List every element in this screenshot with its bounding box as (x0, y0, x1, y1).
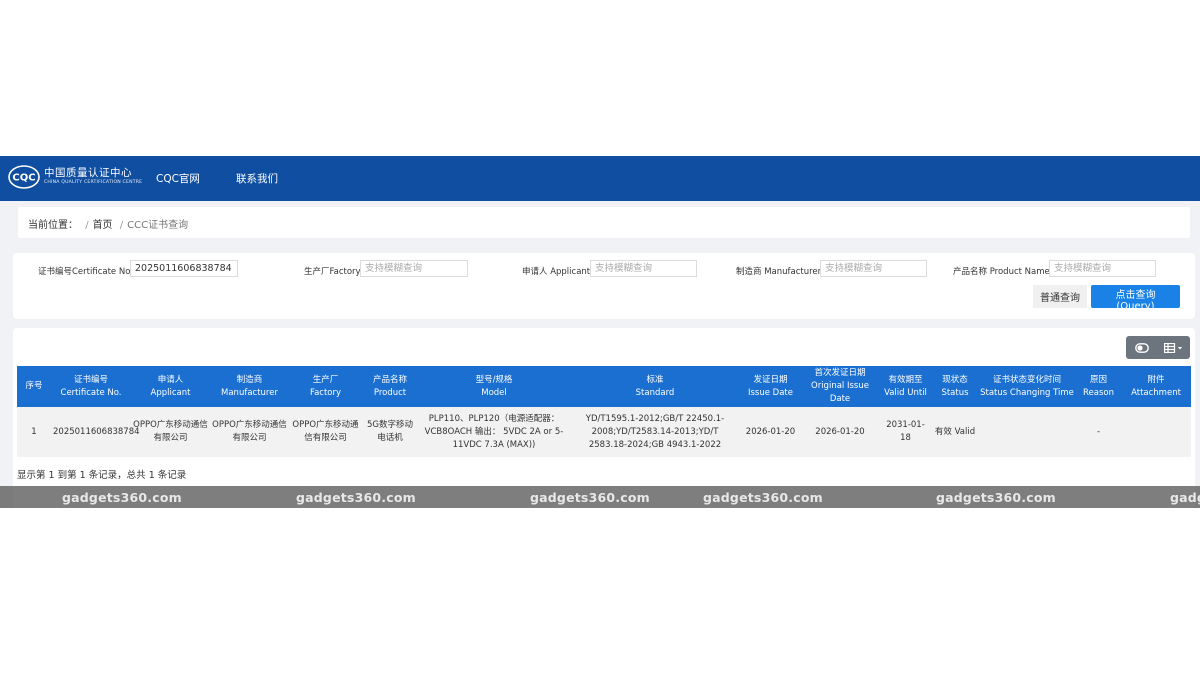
brand-name-cn: 中国质量认证中心 (44, 167, 132, 179)
table-row[interactable]: 1 2025011606838784 OPPO广东移动通信有限公司 OPPO广东… (17, 407, 1191, 457)
breadcrumb-separator: / (119, 220, 124, 231)
cell-applicant: OPPO广东移动通信有限公司 (131, 407, 210, 457)
col-header-product[interactable]: 产品名称 Product (362, 366, 418, 407)
cell-index: 1 (17, 407, 51, 457)
caret-down-icon (1178, 346, 1182, 349)
watermark-band: gadgets360.com gadgets360.com gadgets360… (0, 486, 1200, 508)
col-header-model[interactable]: 型号/规格 Model (418, 366, 570, 407)
top-navbar: CQC 中国质量认证中心 CHINA QUALITY CERTIFICATION… (0, 156, 1200, 201)
col-header-status-changing-time[interactable]: 证书状态变化时间 Status Changing Time (978, 366, 1076, 407)
breadcrumb: 当前位置： / 首页 / CCC证书查询 (28, 216, 188, 231)
cell-status: 有效 Valid (932, 407, 978, 457)
product-name-label: 产品名称 Product Name: (953, 267, 1053, 277)
brand-name[interactable]: 中国质量认证中心 CHINA QUALITY CERTIFICATION CEN… (44, 166, 142, 186)
certificate-no-label: 证书编号Certificate No.: (38, 267, 136, 277)
cell-issue-date: 2026-01-20 (740, 407, 801, 457)
col-header-issue-date[interactable]: 发证日期 Issue Date (740, 366, 801, 407)
cell-status-changing-time (978, 407, 1076, 457)
watermark-text: gadgets360.com (530, 490, 650, 505)
cell-valid-until: 2031-01-18 (879, 407, 932, 457)
cell-attachment[interactable] (1121, 407, 1191, 457)
toggle-view-button[interactable] (1126, 336, 1158, 359)
normal-query-button[interactable]: 普通查询 (1033, 285, 1087, 308)
col-header-applicant[interactable]: 申请人 Applicant (131, 366, 210, 407)
applicant-label: 申请人 Applicant: (522, 267, 593, 277)
col-header-original-issue-date[interactable]: 首次发证日期 Original Issue Date (801, 366, 879, 407)
cell-original-issue-date: 2026-01-20 (801, 407, 879, 457)
cell-standard: YD/T1595.1-2012;GB/T 22450.1-2008;YD/T25… (570, 407, 740, 457)
columns-icon (1164, 342, 1182, 353)
product-name-input[interactable] (1049, 260, 1156, 277)
breadcrumb-home[interactable]: 首页 (93, 220, 113, 231)
results-panel: 序号 证书编号 Certificate No. 申请人 Applicant 制造商 M… (13, 328, 1195, 508)
manufacturer-label: 制造商 Manufacturer: (736, 267, 824, 277)
query-button[interactable]: 点击查询(Query) (1091, 285, 1180, 312)
cell-certificate-no: 2025011606838784 (51, 407, 140, 457)
col-header-factory[interactable]: 生产厂 Factory (289, 366, 362, 407)
breadcrumb-panel: 当前位置： / 首页 / CCC证书查询 (18, 207, 1190, 238)
col-header-manufacturer[interactable]: 制造商 Manufacturer (210, 366, 289, 407)
nav-cqc-official[interactable]: CQC官网 (156, 171, 200, 186)
manufacturer-input[interactable] (820, 260, 927, 277)
watermark-text: gadgets360.com (296, 490, 416, 505)
screenshot-area: CQC 中国质量认证中心 CHINA QUALITY CERTIFICATION… (0, 156, 1200, 508)
watermark-text: gadgets360.com (703, 490, 823, 505)
watermark-text: gadgets360.com (1170, 490, 1200, 505)
search-panel: 证书编号Certificate No.: 生产厂Factory: 申请人 App… (13, 253, 1195, 319)
toggle-icon (1135, 342, 1149, 353)
logo-letters: CQC (12, 173, 35, 184)
col-header-reason[interactable]: 原因 Reason (1076, 366, 1121, 407)
cell-reason: - (1076, 407, 1121, 457)
factory-input[interactable] (360, 260, 468, 277)
col-header-attachment[interactable]: 附件 Attachment (1121, 366, 1191, 407)
col-header-certificate-no[interactable]: 证书编号 Certificate No. (51, 366, 131, 407)
certificate-table: 序号 证书编号 Certificate No. 申请人 Applicant 制造商 M… (17, 366, 1191, 457)
breadcrumb-current: CCC证书查询 (127, 220, 189, 231)
col-header-standard[interactable]: 标准 Standard (570, 366, 740, 407)
columns-menu-button[interactable] (1158, 336, 1190, 359)
table-toolbar (1126, 336, 1190, 359)
breadcrumb-separator: / (85, 220, 89, 231)
watermark-text: gadgets360.com (936, 490, 1056, 505)
col-header-index[interactable]: 序号 (17, 366, 51, 407)
table-header-row: 序号 证书编号 Certificate No. 申请人 Applicant 制造商 M… (17, 366, 1191, 407)
col-header-status[interactable]: 现状态 Status (932, 366, 978, 407)
cell-model: PLP110、PLP120（电源适配器：VCB8OACH 输出： 5VDC 2A… (418, 407, 570, 457)
nav-contact-us[interactable]: 联系我们 (236, 171, 278, 186)
breadcrumb-prefix: 当前位置： (28, 220, 78, 231)
cell-product: 5G数字移动电话机 (362, 407, 418, 457)
cell-manufacturer: OPPO广东移动通信有限公司 (210, 407, 289, 457)
pagination-summary: 显示第 1 到第 1 条记录，总共 1 条记录 (17, 470, 187, 481)
col-header-valid-until[interactable]: 有效期至 Valid Until (879, 366, 932, 407)
cell-factory: OPPO广东移动通信有限公司 (289, 407, 362, 457)
watermark-text: gadgets360.com (62, 490, 182, 505)
brand-name-en: CHINA QUALITY CERTIFICATION CENTRE (44, 180, 143, 185)
cqc-logo-icon[interactable]: CQC (8, 165, 40, 189)
factory-label: 生产厂Factory: (304, 267, 363, 277)
applicant-input[interactable] (590, 260, 697, 277)
certificate-no-input[interactable] (130, 260, 238, 277)
